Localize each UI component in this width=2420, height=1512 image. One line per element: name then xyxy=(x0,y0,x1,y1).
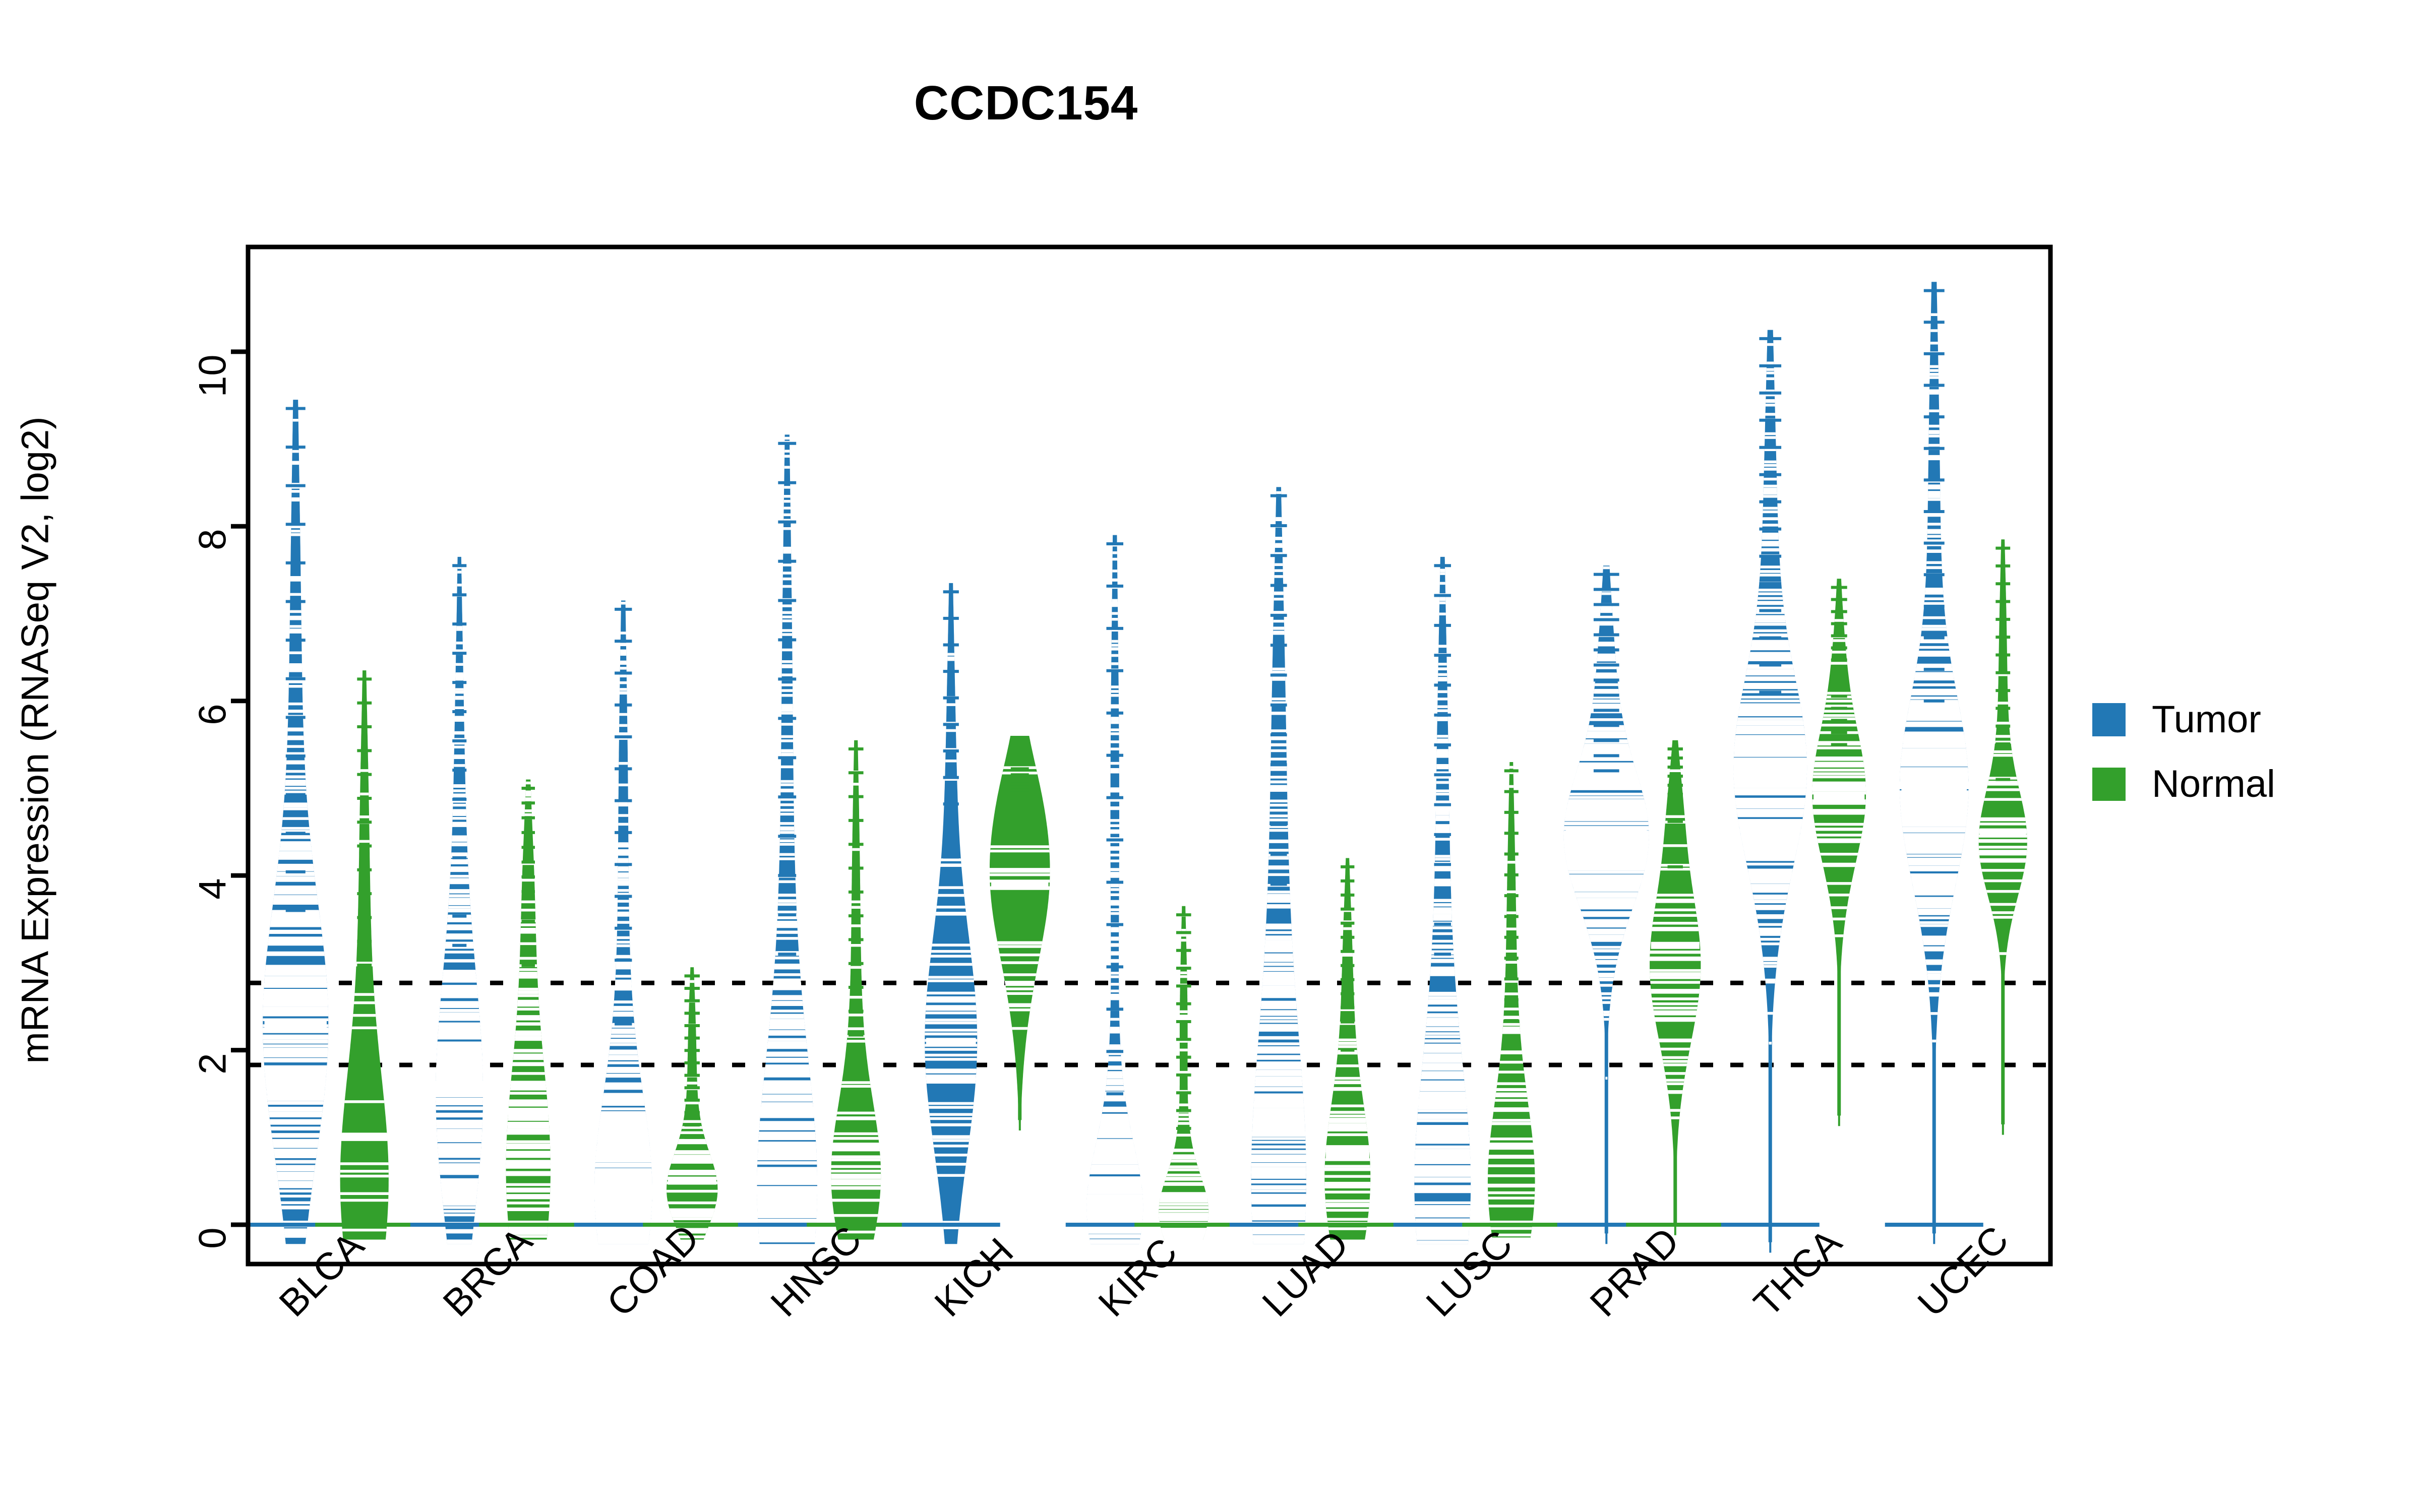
violin-tumor-PRAD[interactable] xyxy=(1551,565,1662,1244)
violin-normal-BRCA[interactable] xyxy=(479,779,578,1240)
violin-normal-KIRC[interactable] xyxy=(1134,906,1233,1240)
y-tick-label-10: 10 xyxy=(191,354,234,397)
violin-tumor-KIRC[interactable] xyxy=(1065,535,1164,1244)
legend-swatch-normal xyxy=(2092,768,2126,801)
violin-normal-LUSC[interactable] xyxy=(1462,762,1561,1240)
violin-body xyxy=(1650,740,1701,1235)
legend-label: Normal xyxy=(2152,763,2275,805)
violin-tumor-LUSC[interactable] xyxy=(1393,556,1492,1244)
legend-item-normal[interactable]: Normal xyxy=(2092,765,2275,803)
legend-item-tumor[interactable]: Tumor xyxy=(2092,701,2275,739)
y-tick-label-4: 4 xyxy=(191,878,234,900)
violin-normal-UCEC[interactable] xyxy=(1971,539,2034,1135)
violin-tumor-BRCA[interactable] xyxy=(410,556,509,1244)
violin-tumor-BLCA[interactable] xyxy=(246,400,345,1244)
y-tick-label-6: 6 xyxy=(191,704,234,725)
violin-body xyxy=(990,736,1050,1130)
violin-normal-COAD[interactable] xyxy=(643,967,742,1240)
y-tick-label-8: 8 xyxy=(191,529,234,551)
violin-body xyxy=(831,740,881,1240)
page-title: CCDC154 xyxy=(914,76,1138,130)
violin-normal-LUAD[interactable] xyxy=(1298,858,1397,1240)
violin-tumor-KICH[interactable] xyxy=(901,583,1000,1244)
violin-plot xyxy=(231,244,2053,1267)
legend-swatch-tumor xyxy=(2092,703,2126,736)
violin-tumor-LUAD[interactable] xyxy=(1229,487,1328,1244)
violin-body xyxy=(340,670,389,1240)
y-tick-label-0: 0 xyxy=(191,1227,234,1249)
sample-ticks xyxy=(1563,566,1649,1080)
violin-tumor-UCEC[interactable] xyxy=(1885,282,1983,1244)
y-tick-label-2: 2 xyxy=(191,1053,234,1075)
violin-tumor-COAD[interactable] xyxy=(574,600,673,1244)
violin-tumor-THCA[interactable] xyxy=(1721,330,1820,1253)
violin-normal-HNSC[interactable] xyxy=(807,740,905,1240)
chart-canvas: CCDC154 mRNA Expression (RNASeq V2, log2… xyxy=(0,0,2420,1512)
violin-normal-THCA[interactable] xyxy=(1804,579,1874,1126)
legend-label: Tumor xyxy=(2152,698,2261,741)
violin-normal-KICH[interactable] xyxy=(981,736,1059,1130)
legend: Tumor Normal xyxy=(2092,701,2275,830)
y-axis-title: mRNA Expression (RNASeq V2, log2) xyxy=(14,416,57,1064)
violin-normal-BLCA[interactable] xyxy=(315,670,414,1240)
violin-tumor-HNSC[interactable] xyxy=(738,434,836,1244)
